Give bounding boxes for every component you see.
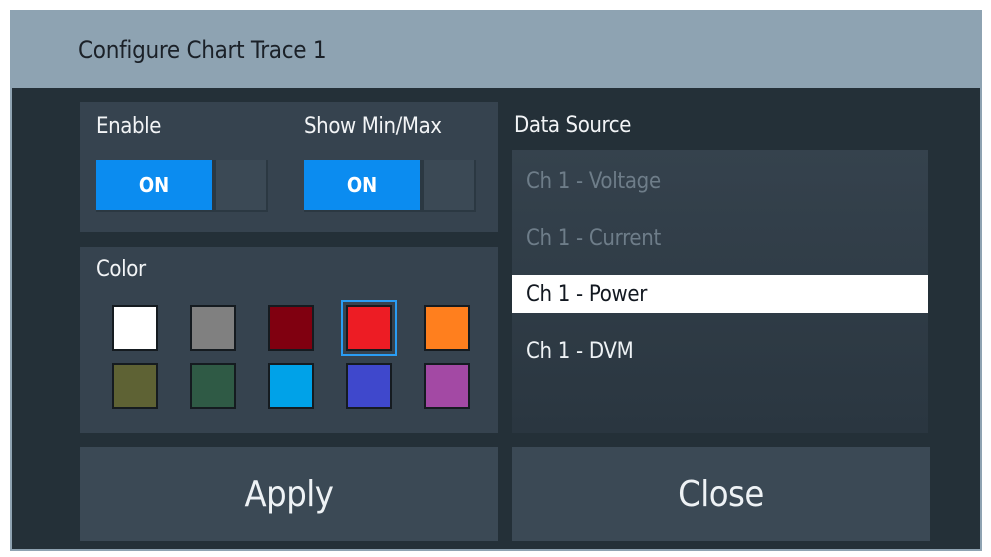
color-label: Color — [96, 257, 146, 282]
color-swatch[interactable] — [346, 363, 392, 409]
dialog-title: Configure Chart Trace 1 — [78, 36, 327, 64]
enable-label: Enable — [96, 114, 162, 139]
dialog-titlebar: Configure Chart Trace 1 — [10, 10, 982, 88]
data-source-item-dvm[interactable]: Ch 1 - DVM — [512, 332, 928, 370]
color-swatch[interactable] — [112, 363, 158, 409]
color-swatch[interactable] — [424, 363, 470, 409]
data-source-item-current[interactable]: Ch 1 - Current — [512, 219, 928, 257]
toggles-panel: Enable Show Min/Max ON ON — [80, 102, 498, 232]
color-swatch[interactable] — [424, 305, 470, 351]
show-minmax-toggle-on: ON — [304, 160, 420, 210]
data-source-label: Data Source — [514, 113, 632, 138]
color-panel: Color — [80, 247, 498, 433]
show-minmax-label: Show Min/Max — [304, 114, 442, 139]
enable-toggle-knob — [216, 160, 266, 210]
color-swatch[interactable] — [190, 363, 236, 409]
color-swatch[interactable] — [268, 363, 314, 409]
apply-button[interactable]: Apply — [80, 447, 498, 541]
show-minmax-toggle-knob — [424, 160, 474, 210]
color-swatch[interactable] — [190, 305, 236, 351]
enable-toggle-on: ON — [96, 160, 212, 210]
color-swatch[interactable] — [112, 305, 158, 351]
show-minmax-toggle[interactable]: ON — [304, 160, 476, 212]
data-source-item-voltage[interactable]: Ch 1 - Voltage — [512, 162, 928, 200]
data-source-list: Ch 1 - Voltage Ch 1 - Current Ch 1 - Pow… — [512, 150, 928, 433]
color-swatch[interactable] — [268, 305, 314, 351]
close-button[interactable]: Close — [512, 447, 930, 541]
configure-chart-trace-dialog: Configure Chart Trace 1 Enable Show Min/… — [10, 10, 982, 551]
color-swatch[interactable] — [341, 300, 397, 356]
enable-toggle[interactable]: ON — [96, 160, 268, 212]
data-source-item-power[interactable]: Ch 1 - Power — [512, 275, 928, 313]
